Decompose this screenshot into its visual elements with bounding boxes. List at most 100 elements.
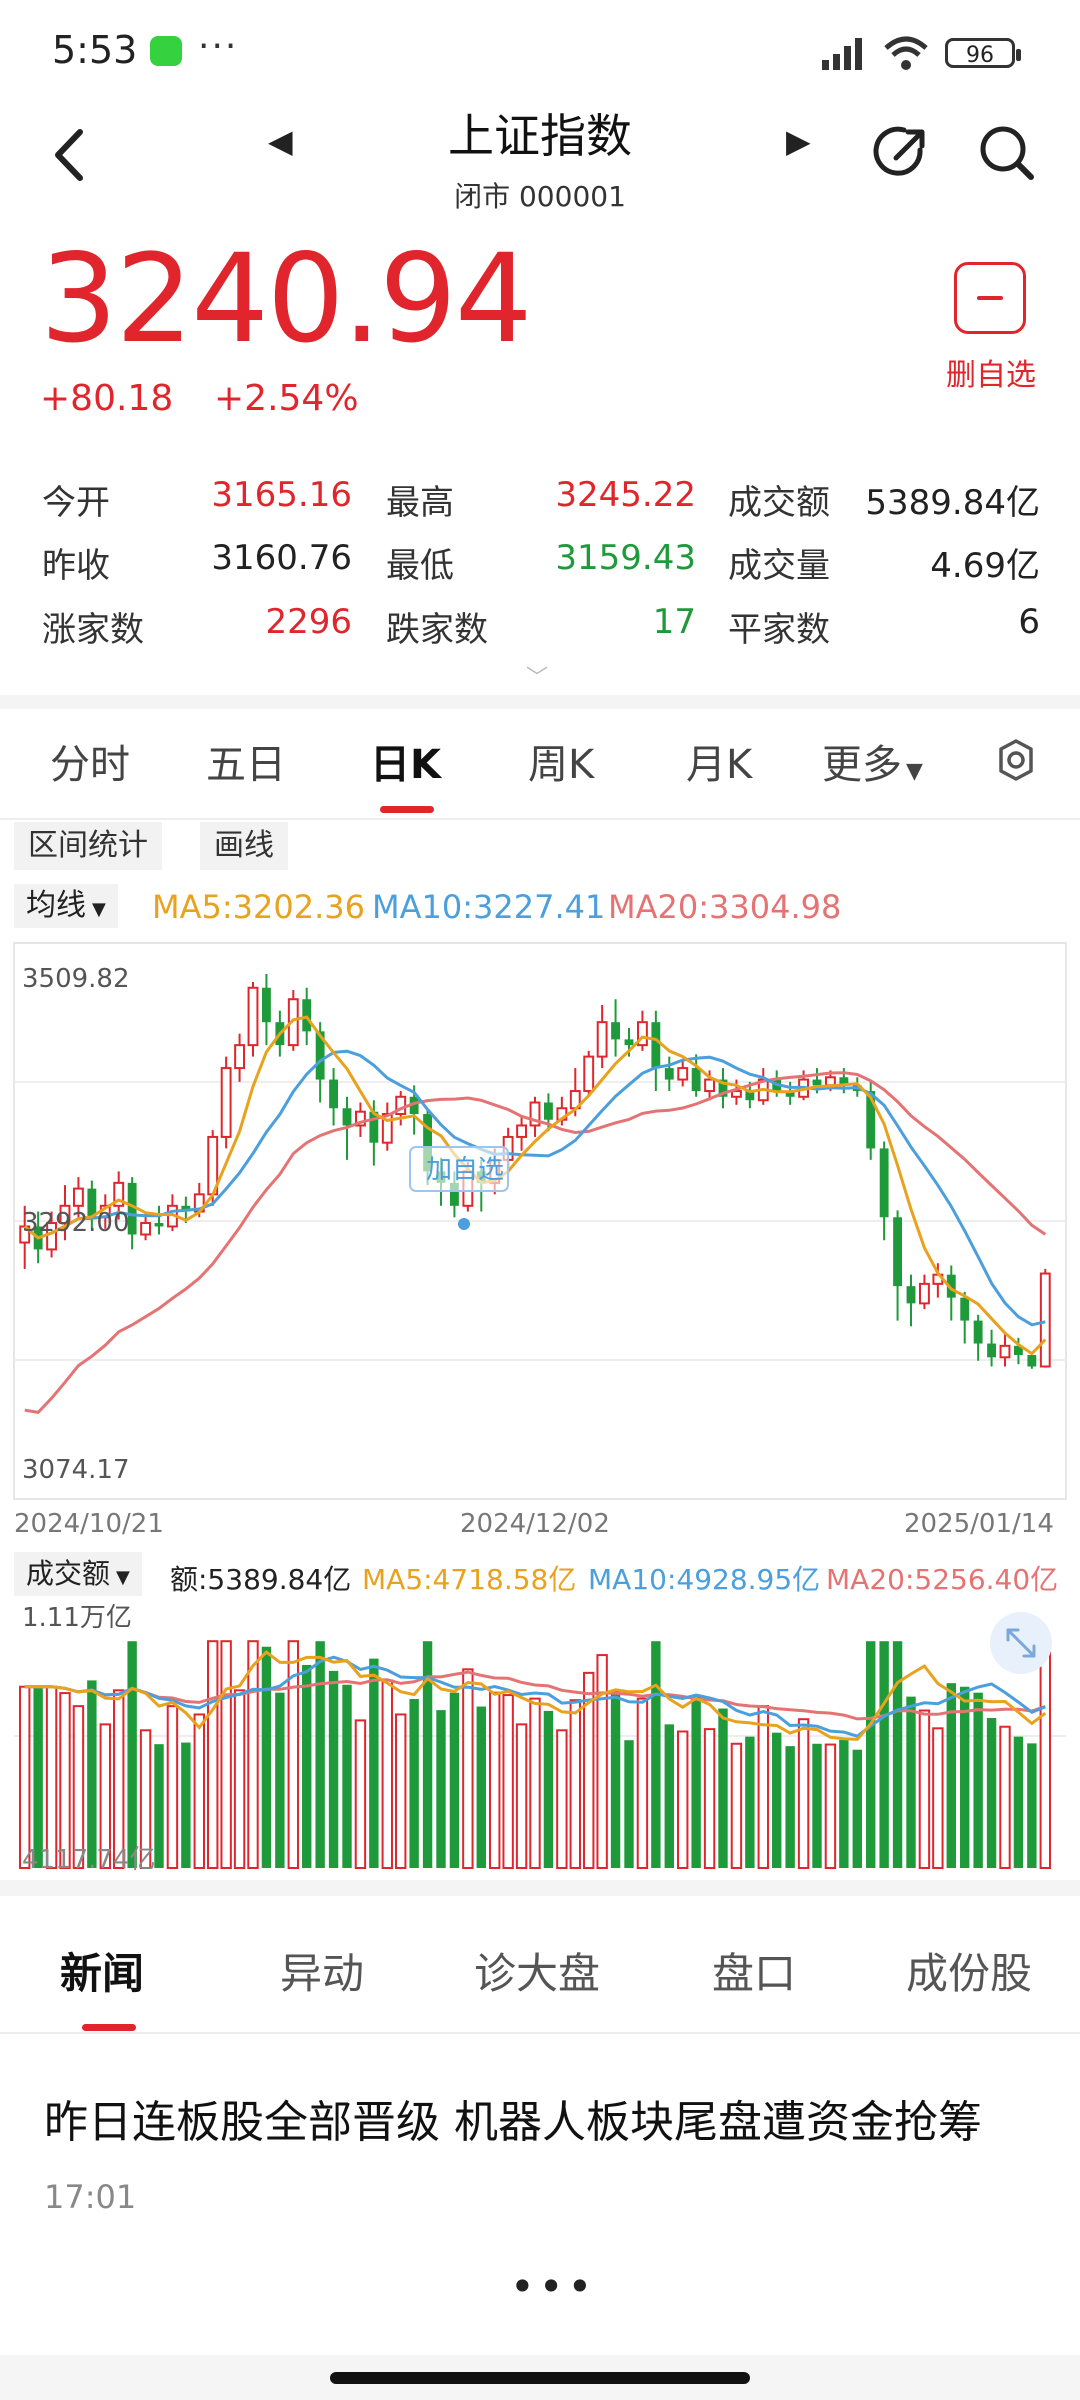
volume-bar (866, 1641, 876, 1868)
ma10-value: MA10:3227.41 (372, 888, 606, 926)
kline-chart[interactable]: 3509.82 3292.00 3074.17 2024/10/21 2024/… (0, 935, 1080, 1550)
tab-weekly-k[interactable]: 周K (528, 732, 594, 790)
tab-movements[interactable]: 异动 (280, 1940, 364, 2001)
volume-ma10: MA10:4928.95亿 (588, 1563, 821, 1596)
volume-bar (315, 1641, 325, 1868)
tab-more-label: 更多 (822, 742, 902, 788)
caret-down-icon: ▼ (906, 759, 923, 784)
volume-bar (1039, 1640, 1051, 1870)
candle-down (302, 999, 312, 1032)
volume-bar (745, 1736, 755, 1868)
next-index-icon[interactable]: ▶ (786, 122, 811, 160)
volume-bar (852, 1749, 862, 1868)
volume-bars-group (19, 1640, 1051, 1870)
volume-bar (33, 1686, 43, 1868)
caret-down-icon: ▼ (92, 899, 106, 920)
volume-metric-label: 成交额 (26, 1557, 111, 1590)
gear-icon[interactable] (994, 738, 1038, 782)
volume-bar (918, 1709, 931, 1869)
volume-bar (1027, 1743, 1037, 1868)
volume-bar (906, 1696, 916, 1868)
candle-up (596, 1021, 608, 1058)
candle-up (516, 1124, 528, 1138)
volume-bar (664, 1724, 674, 1868)
candle-down (960, 1297, 970, 1321)
volume-bar (436, 1710, 446, 1868)
tab-news[interactable]: 新闻 (60, 1940, 144, 2001)
volume-bar (839, 1739, 849, 1868)
volume-bar (999, 1725, 1011, 1869)
tab-intraday[interactable]: 分时 (50, 732, 130, 790)
candle-down (543, 1102, 553, 1120)
candle-down (342, 1108, 352, 1126)
price-change: +80.18 (40, 378, 174, 419)
volume-bar (596, 1654, 608, 1870)
volume-bar (1013, 1736, 1024, 1868)
crosshair-dot (458, 1218, 470, 1230)
stat-label: 最低 (386, 546, 454, 586)
volume-bar (59, 1692, 71, 1869)
candle-down (611, 1022, 621, 1040)
tab-constituents[interactable]: 成份股 (906, 1940, 1032, 2001)
tab-daily-k[interactable]: 日K (370, 732, 441, 790)
tab-diagnosis[interactable]: 诊大盘 (474, 1940, 600, 2001)
volume-bar (369, 1658, 379, 1868)
volume-bar (772, 1732, 782, 1868)
stat-value: 4.69亿 (930, 546, 1040, 586)
volume-metric-select[interactable]: 成交额 ▼ (14, 1552, 142, 1596)
ma20-value: MA20:3304.98 (608, 888, 842, 926)
tab-order-book[interactable]: 盘口 (712, 1940, 796, 2001)
volume-bar (703, 1728, 716, 1869)
volume-bar (543, 1710, 554, 1868)
candle-down (691, 1068, 701, 1092)
active-tab-indicator (380, 806, 434, 813)
more-icon[interactable]: ••• (510, 2262, 596, 2311)
candle-up (72, 1187, 84, 1207)
range-stats-button[interactable]: 区间统计 (14, 822, 162, 870)
ma5-value: MA5:3202.36 (152, 888, 365, 926)
volume-bar (113, 1689, 125, 1869)
candle-up (247, 986, 259, 1047)
candle-up (704, 1078, 716, 1093)
candle-down (879, 1148, 889, 1218)
candle-up (140, 1222, 152, 1236)
tab-monthly-k[interactable]: 月K (686, 732, 752, 790)
section-divider (0, 695, 1080, 709)
fullscreen-icon[interactable] (990, 1612, 1052, 1674)
remove-watchlist-label[interactable]: 删自选 (936, 350, 1046, 394)
volume-bar (879, 1641, 889, 1868)
tab-five-day[interactable]: 五日 (206, 732, 286, 790)
volume-bar (892, 1641, 903, 1868)
search-icon[interactable] (976, 122, 1036, 182)
volume-bar (515, 1723, 528, 1869)
stat-label: 成交量 (728, 546, 830, 586)
volume-bar (409, 1699, 419, 1868)
candle-down (1027, 1355, 1037, 1367)
share-icon[interactable] (872, 122, 932, 182)
volume-bar (691, 1696, 701, 1868)
stat-value: 3160.76 (211, 538, 352, 578)
expand-stats-icon[interactable]: ﹀ (526, 660, 548, 692)
candle-down (893, 1217, 903, 1287)
volume-bar (45, 1685, 58, 1869)
draw-line-button[interactable]: 画线 (200, 822, 288, 870)
volume-bar (462, 1668, 474, 1870)
more-notifications-icon: ··· (198, 26, 239, 67)
stat-value: 3165.16 (211, 475, 352, 515)
candle-up (1039, 1272, 1051, 1368)
candle-down (154, 1223, 164, 1227)
y-max-label: 3509.82 (22, 964, 130, 994)
news-headline[interactable]: 昨日连板股全部晋级 机器人板块尾盘遭资金抢筹 (44, 2086, 982, 2150)
home-indicator[interactable] (330, 2372, 750, 2384)
volume-bar (381, 1679, 393, 1869)
news-time: 17:01 (44, 2178, 137, 2216)
volume-chart[interactable]: 1.11万亿 4117.74亿 (0, 1596, 1080, 1876)
stat-value: 2296 (265, 602, 352, 642)
volume-bar (677, 1730, 689, 1869)
remove-watchlist-icon[interactable] (954, 262, 1026, 334)
ma-select[interactable]: 均线 ▼ (14, 884, 118, 928)
volume-bar (610, 1690, 621, 1868)
tab-more[interactable]: 更多 ▼ (822, 732, 923, 790)
x-label-end: 2025/01/14 (904, 1509, 1054, 1539)
volume-bar (275, 1692, 285, 1868)
